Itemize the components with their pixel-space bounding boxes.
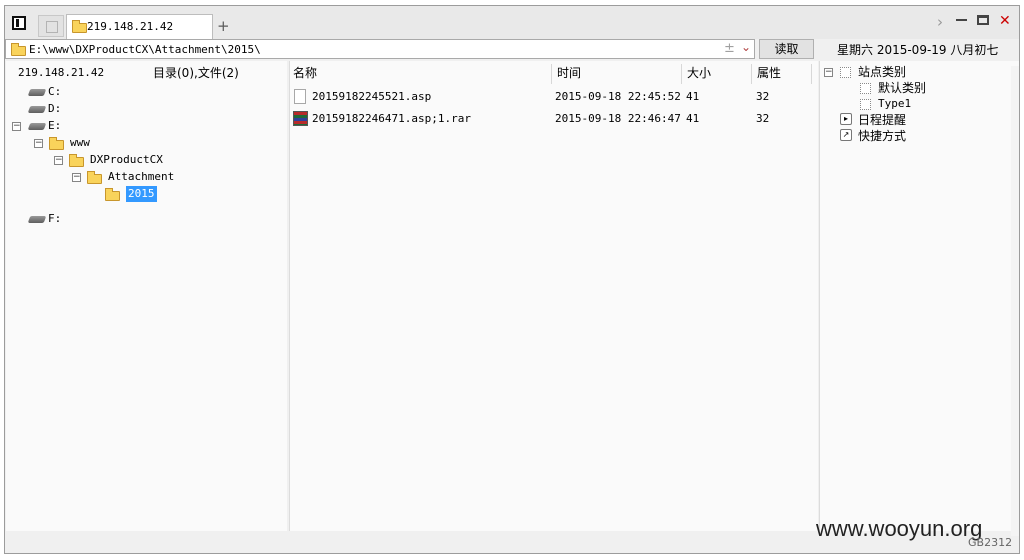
schedule-reminder[interactable]: 日程提醒 [858, 112, 906, 128]
address-bar[interactable]: E:\www\DXProductCX\Attachment\2015\ ± ⌄ [5, 39, 755, 59]
file-name: 20159182246471.asp;1.rar [312, 112, 471, 125]
checkbox-icon[interactable] [860, 99, 871, 110]
chevron-right-icon[interactable]: › [937, 13, 943, 31]
drive-icon [27, 89, 47, 96]
encoding-label: GB2312 [968, 536, 1013, 549]
tree-node[interactable]: www [70, 135, 90, 151]
collapse-icon[interactable]: − [12, 122, 21, 131]
tab-label: 219.148.21.42 [87, 20, 174, 33]
table-row[interactable]: 20159182245521.asp 2015-09-18 22:45:52 4… [290, 87, 815, 107]
folder-icon [105, 188, 120, 201]
minimize-button[interactable] [956, 19, 967, 21]
table-row[interactable]: 20159182246471.asp;1.rar 2015-09-18 22:4… [290, 109, 815, 129]
date-display: 星期六 2015-09-19 八月初七 [837, 43, 999, 57]
read-button[interactable]: 读取 [759, 39, 814, 59]
file-attr: 32 [756, 112, 770, 125]
site-category[interactable]: 站点类别 [858, 64, 906, 80]
plus-minus-icon[interactable]: ± [724, 41, 735, 56]
app-window: 219.148.21.42 + › ✕ E:\www\DXProductCX\A… [4, 5, 1020, 554]
drive-icon [27, 123, 47, 130]
column-divider[interactable] [751, 64, 752, 84]
maximize-button[interactable] [977, 15, 989, 25]
folder-icon [87, 171, 102, 184]
file-attr: 32 [756, 90, 770, 103]
page-icon [46, 21, 58, 33]
category-icon [840, 67, 851, 78]
collapse-icon[interactable]: − [72, 173, 81, 182]
collapse-icon[interactable]: − [34, 139, 43, 148]
default-category[interactable]: 默认类别 [878, 80, 926, 96]
folder-icon [72, 20, 87, 33]
new-tab-button[interactable]: + [217, 17, 230, 35]
collapse-icon[interactable]: − [824, 68, 833, 77]
scrollbar[interactable] [1011, 66, 1019, 536]
tree-node[interactable]: C: [48, 84, 61, 100]
column-divider[interactable] [681, 64, 682, 84]
rar-icon [293, 111, 308, 126]
col-name[interactable]: 名称 [293, 64, 317, 84]
tree-node[interactable]: D: [48, 101, 61, 117]
folder-icon [11, 43, 26, 56]
file-list-pane [289, 61, 818, 531]
type1-category[interactable]: Type1 [878, 96, 911, 112]
sidebar-toggle-icon[interactable] [12, 16, 26, 30]
folder-icon [49, 137, 64, 150]
title-bar: 219.148.21.42 + › ✕ [5, 6, 1019, 39]
drive-icon [27, 106, 47, 113]
address-input[interactable]: E:\www\DXProductCX\Attachment\2015\ [29, 43, 261, 56]
file-time: 2015-09-18 22:45:52 [555, 90, 681, 103]
tree-node[interactable]: Attachment [108, 169, 174, 185]
file-size: 41 [686, 112, 700, 125]
col-attr[interactable]: 属性 [757, 64, 781, 84]
schedule-icon: ▸ [840, 113, 852, 125]
folder-icon [69, 154, 84, 167]
file-icon [294, 89, 306, 104]
tree-node[interactable]: F: [48, 211, 61, 227]
file-time: 2015-09-18 22:46:47 [555, 112, 681, 125]
file-name: 20159182245521.asp [312, 90, 432, 103]
shortcut-icon: ↗ [840, 129, 852, 141]
host-label: 219.148.21.42 [18, 66, 105, 79]
close-button[interactable]: ✕ [999, 13, 1011, 29]
column-divider[interactable] [551, 64, 552, 84]
watermark: www.wooyun.org [816, 516, 983, 541]
file-size: 41 [686, 90, 700, 103]
col-size[interactable]: 大小 [687, 64, 711, 84]
checkbox-icon[interactable] [860, 83, 871, 94]
tree-node[interactable]: DXProductCX [90, 152, 163, 168]
column-divider[interactable] [811, 64, 812, 84]
dir-summary: 目录(0),文件(2) [153, 66, 239, 80]
collapse-icon[interactable]: − [54, 156, 63, 165]
tab-host[interactable]: 219.148.21.42 [66, 14, 213, 39]
tab-blank[interactable] [38, 15, 64, 37]
chevron-down-icon[interactable]: ⌄ [741, 40, 751, 54]
tree-node[interactable]: 2015 [126, 186, 157, 202]
tree-node[interactable]: E: [48, 118, 61, 134]
shortcuts[interactable]: 快捷方式 [858, 128, 906, 144]
col-time[interactable]: 时间 [557, 64, 581, 84]
drive-icon [27, 216, 47, 223]
